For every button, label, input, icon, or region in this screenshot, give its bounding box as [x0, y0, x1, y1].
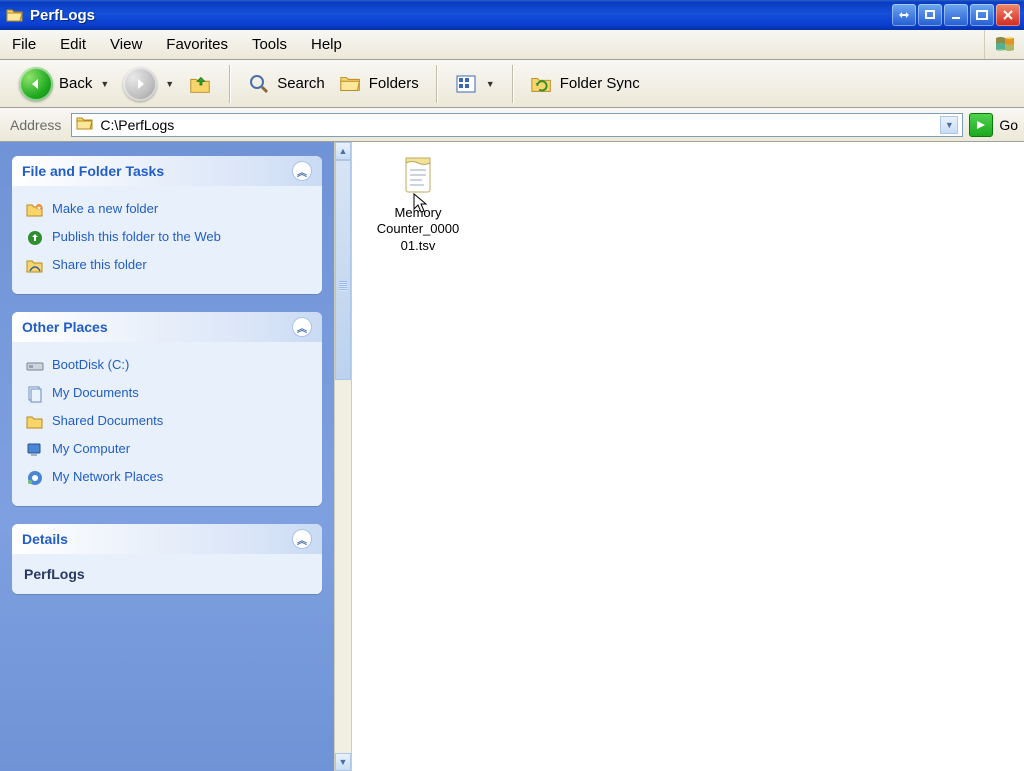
drive-icon [26, 357, 44, 375]
restore-window-button[interactable] [918, 4, 942, 26]
folder-sync-icon [530, 72, 554, 96]
chevron-down-icon: ▼ [486, 79, 495, 89]
search-icon [247, 72, 271, 96]
address-label: Address [6, 117, 65, 133]
file-item[interactable]: Memory Counter_0000 01.tsv [358, 152, 478, 254]
chevron-up-icon: ︽ [292, 529, 312, 549]
scroll-up-button[interactable]: ▲ [335, 142, 351, 160]
close-button[interactable] [996, 4, 1020, 26]
details-card: Details ︽ PerfLogs [12, 524, 322, 594]
toolbar: Back ▼ ▼ Sea [0, 60, 1024, 108]
card-title: Other Places [22, 319, 108, 335]
card-title: File and Folder Tasks [22, 163, 164, 179]
tasks-pane: File and Folder Tasks ︽ ★ Make a new fol… [0, 142, 334, 771]
folder-open-icon [76, 115, 94, 134]
minimize-button[interactable] [944, 4, 968, 26]
explorer-body: File and Folder Tasks ︽ ★ Make a new fol… [0, 142, 1024, 771]
folder-sync-label: Folder Sync [560, 75, 640, 92]
chevron-down-icon: ▼ [100, 79, 109, 89]
menu-file[interactable]: File [0, 30, 48, 59]
new-folder-icon: ★ [26, 201, 44, 219]
details-header[interactable]: Details ︽ [12, 524, 322, 554]
chevron-up-icon: ︽ [292, 161, 312, 181]
menu-help[interactable]: Help [299, 30, 354, 59]
menu-view[interactable]: View [98, 30, 154, 59]
file-name: Memory Counter_0000 01.tsv [377, 205, 459, 254]
menu-tools[interactable]: Tools [240, 30, 299, 59]
folders-icon [339, 72, 363, 96]
scroll-thumb[interactable] [335, 160, 351, 380]
svg-text:★: ★ [36, 205, 41, 212]
network-icon [26, 469, 44, 487]
task-share-folder[interactable]: Share this folder [24, 252, 310, 280]
folder-open-icon [6, 7, 24, 23]
place-my-computer[interactable]: My Computer [24, 436, 310, 464]
search-label: Search [277, 75, 325, 92]
titlebar: PerfLogs [0, 0, 1024, 30]
content-pane[interactable]: Memory Counter_0000 01.tsv [352, 142, 1024, 771]
go-button[interactable] [969, 113, 993, 137]
forward-icon [123, 67, 157, 101]
menu-favorites[interactable]: Favorites [154, 30, 240, 59]
place-bootdisk[interactable]: BootDisk (C:) [24, 352, 310, 380]
folders-button[interactable]: Folders [332, 67, 426, 101]
toolbar-separator [436, 65, 437, 103]
chevron-up-icon: ︽ [292, 317, 312, 337]
toolbar-separator [512, 65, 513, 103]
place-label: My Computer [52, 441, 130, 456]
place-label: BootDisk (C:) [52, 357, 129, 372]
tasks-scrollbar[interactable]: ▲ ▼ [334, 142, 352, 771]
addressbar: Address C:\PerfLogs ▼ Go [0, 108, 1024, 142]
folders-label: Folders [369, 75, 419, 92]
details-folder-name: PerfLogs [24, 566, 310, 582]
place-my-network[interactable]: My Network Places [24, 464, 310, 492]
task-label: Publish this folder to the Web [52, 229, 221, 244]
views-icon [454, 72, 478, 96]
toolbar-separator [229, 65, 230, 103]
chevron-down-icon: ▼ [165, 79, 174, 89]
other-places-card: Other Places ︽ BootDisk (C:) My Document… [12, 312, 322, 506]
maximize-button[interactable] [970, 4, 994, 26]
address-dropdown-button[interactable]: ▼ [940, 116, 958, 134]
documents-icon [26, 385, 44, 403]
address-path: C:\PerfLogs [100, 117, 174, 133]
task-publish-folder[interactable]: Publish this folder to the Web [24, 224, 310, 252]
window-title: PerfLogs [30, 7, 95, 24]
up-button[interactable] [181, 67, 219, 101]
folder-up-icon [188, 72, 212, 96]
scroll-down-button[interactable]: ▼ [335, 753, 351, 771]
place-label: My Documents [52, 385, 139, 400]
place-label: Shared Documents [52, 413, 163, 428]
card-title: Details [22, 531, 68, 547]
task-label: Make a new folder [52, 201, 158, 216]
menubar: File Edit View Favorites Tools Help [0, 30, 1024, 60]
folder-sync-button[interactable]: Folder Sync [523, 67, 647, 101]
back-icon [19, 67, 53, 101]
back-label: Back [59, 75, 92, 92]
text-file-icon [398, 152, 438, 201]
go-label: Go [999, 117, 1018, 133]
folder-icon [26, 413, 44, 431]
windows-flag-icon[interactable] [984, 30, 1024, 59]
views-button[interactable]: ▼ [447, 67, 502, 101]
place-my-documents[interactable]: My Documents [24, 380, 310, 408]
search-button[interactable]: Search [240, 67, 332, 101]
resize-left-right-button[interactable] [892, 4, 916, 26]
task-make-new-folder[interactable]: ★ Make a new folder [24, 196, 310, 224]
file-folder-tasks-card: File and Folder Tasks ︽ ★ Make a new fol… [12, 156, 322, 294]
menu-edit[interactable]: Edit [48, 30, 98, 59]
place-shared-documents[interactable]: Shared Documents [24, 408, 310, 436]
scroll-grip-icon [339, 281, 347, 291]
share-folder-icon [26, 257, 44, 275]
back-button[interactable]: Back ▼ [12, 62, 116, 106]
file-folder-tasks-header[interactable]: File and Folder Tasks ︽ [12, 156, 322, 186]
globe-upload-icon [26, 229, 44, 247]
other-places-header[interactable]: Other Places ︽ [12, 312, 322, 342]
forward-button[interactable]: ▼ [116, 62, 181, 106]
computer-icon [26, 441, 44, 459]
task-label: Share this folder [52, 257, 147, 272]
place-label: My Network Places [52, 469, 163, 484]
address-input[interactable]: C:\PerfLogs ▼ [71, 113, 963, 137]
